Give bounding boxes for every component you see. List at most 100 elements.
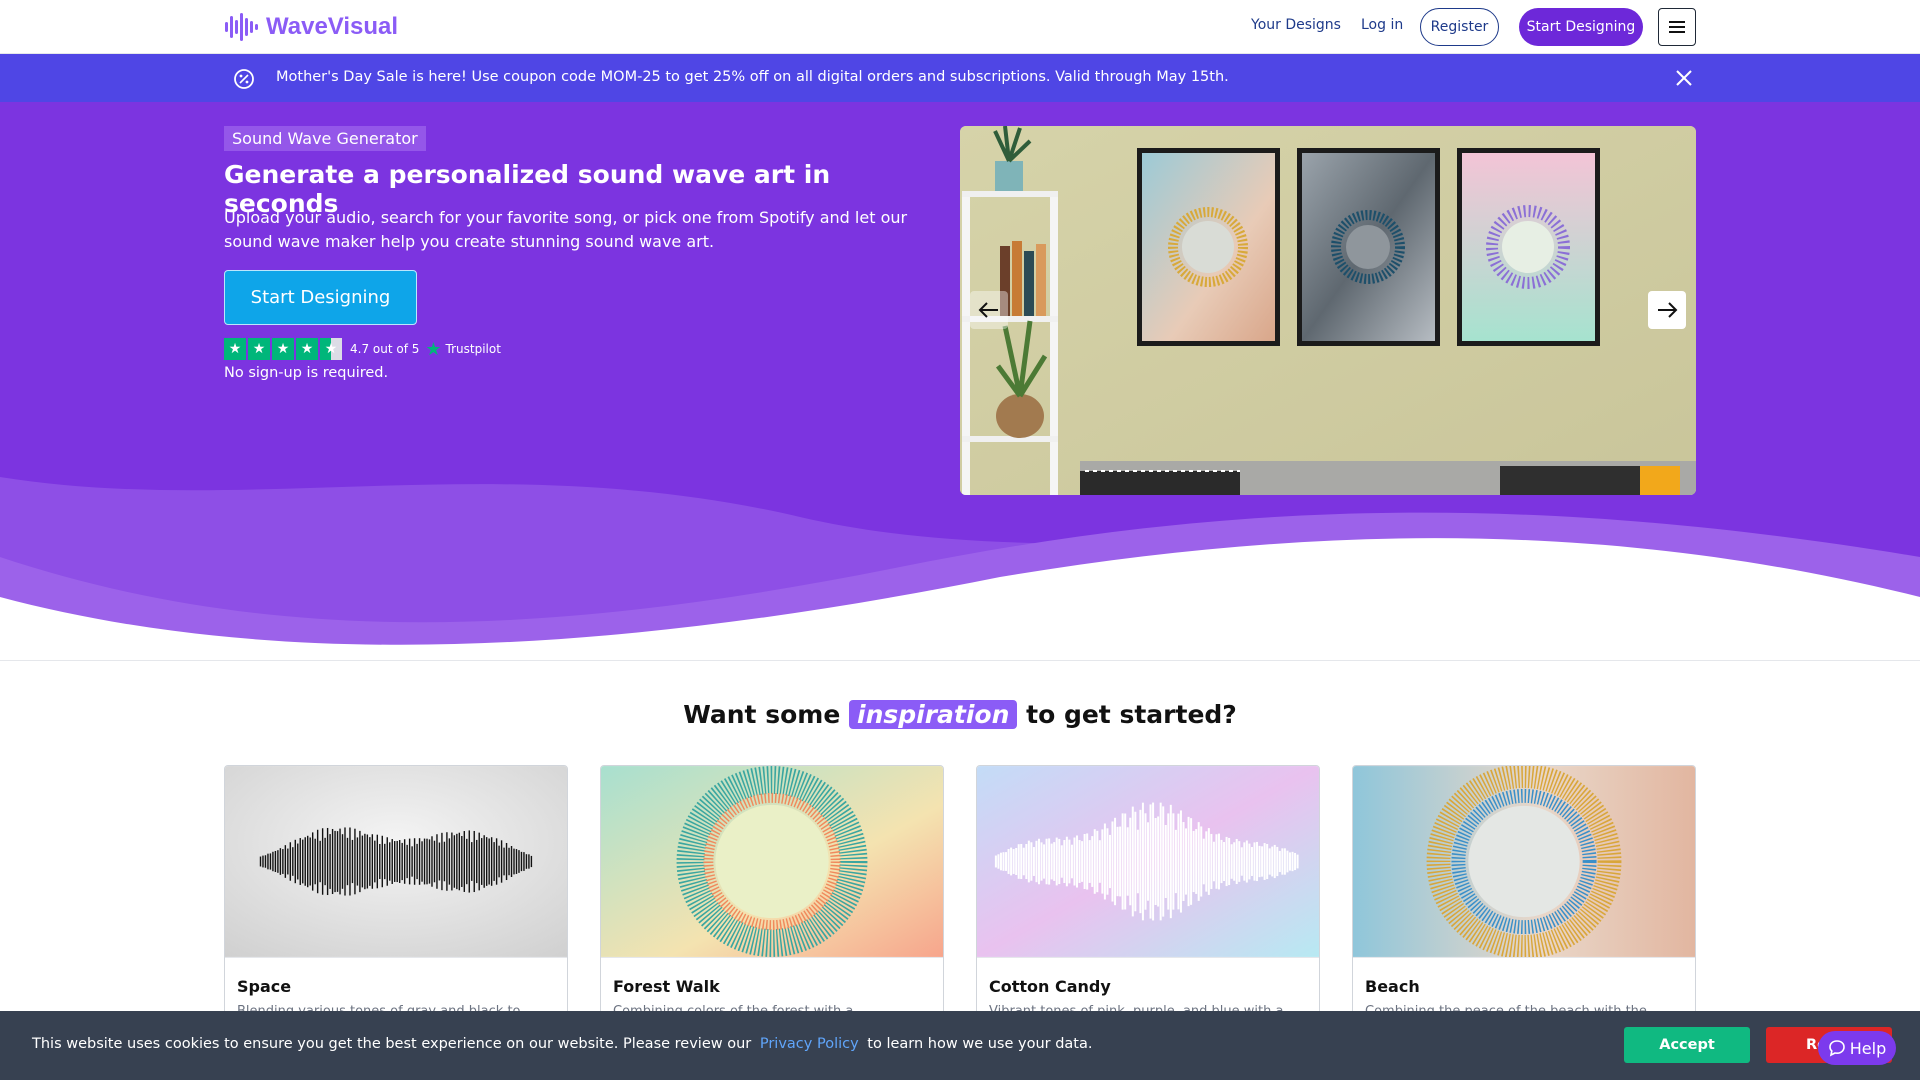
waveform-bar [1025,843,1028,880]
waveform-bar [1281,848,1284,875]
waveform-bar [1197,822,1200,901]
waveform-bar [485,837,488,886]
waveform-bar [1177,813,1180,910]
waveform-bar [329,834,331,889]
waveform-bar [371,834,374,889]
waveform-bar [1210,833,1213,890]
waveform-bar [316,829,319,894]
waveform-bar [284,845,287,878]
waveform-bar [356,837,359,886]
waveform-bar [267,853,269,870]
waveform-bar [259,856,262,867]
register-button[interactable]: Register [1420,8,1499,46]
waveform-bar [468,830,470,893]
waveform-bar [994,855,997,868]
waveform-bar [351,839,354,884]
carousel-next-button[interactable] [1648,291,1686,329]
waveform-bar [282,849,284,874]
waveform-bar [1291,851,1294,872]
waveform-bar [361,835,364,888]
waveform-bar [520,851,523,872]
waveform-bar [1058,838,1061,885]
waveform-bar [476,839,478,884]
privacy-policy-link[interactable]: Privacy Policy [760,1036,859,1052]
help-button[interactable]: Help [1818,1031,1896,1065]
waveform-bar [1253,842,1256,881]
waveform-bar [403,839,406,884]
waveform-bar [381,835,383,888]
start-designing-nav-button[interactable]: Start Designing [1519,8,1643,46]
menu-button[interactable] [1658,8,1696,46]
waveform-bar [508,847,510,876]
waveform-bar [1261,846,1264,877]
card-image-space [225,766,567,958]
waveform-bar [428,839,431,884]
carousel-prev-button[interactable] [970,291,1008,329]
inspiration-title-before: Want some [683,700,841,729]
waveform-bar [1088,840,1091,883]
waveform-bar [1134,811,1137,912]
chat-icon [1828,1040,1845,1057]
waveform-bar [341,834,344,889]
waveform-bar [1248,843,1251,880]
logo[interactable]: WaveVisual [224,10,398,44]
waveform-bar [1243,842,1246,881]
waveform-bar [1192,830,1195,893]
nav-login[interactable]: Log in [1361,17,1403,33]
waveform-bar [530,855,533,868]
waveform-bar [426,838,428,885]
waveform-bar [1010,847,1013,876]
promo-banner: Mother's Day Sale is here! Use coupon co… [0,54,1920,102]
waveform-bar [1182,822,1185,901]
inspiration-title: Want some inspiration to get started? [0,700,1920,729]
waveform-bar [1149,804,1152,919]
waveform-bar [1283,848,1286,875]
waveform-bar [1294,852,1297,871]
trustpilot-rating[interactable]: ★ ★ ★ ★ ★ 4.7 out of 5 ★ Trustpilot [224,338,501,360]
card-title: Cotton Candy [989,977,1111,996]
waveform-bar [307,835,309,888]
logo-text: WaveVisual [266,13,399,40]
waveform-bar [488,838,490,885]
waveform-bar [1263,843,1266,880]
waveform-bar [1111,821,1114,902]
waveform-bar [483,835,485,888]
waveform-bar [1258,845,1261,878]
waveform-bar [287,848,289,875]
waveform-bar [441,832,443,891]
waveform-bar [289,842,292,881]
waveform-bar [349,827,351,896]
waveform-bar [448,838,451,885]
waveform-bar [503,847,505,876]
waveform-bar [1147,822,1149,901]
waveform-bar [401,842,403,881]
start-designing-button[interactable]: Start Designing [224,270,417,325]
wave-logo-icon [225,13,258,41]
waveform-bar [1114,817,1117,906]
waveform-bar [500,840,503,883]
waveform-bar [1005,852,1008,871]
waveform-bar [386,837,388,886]
waveform-bar [1078,840,1081,883]
waveform-bar [1083,833,1086,890]
accept-cookies-button[interactable]: Accept [1624,1027,1750,1063]
card-title: Space [237,977,292,996]
waveform-bar [334,830,336,893]
close-icon[interactable] [1674,68,1694,88]
waveform-bar [1081,841,1084,882]
waveform-bar [478,832,480,891]
waveform-bar [1101,829,1104,894]
waveform-bar [466,838,468,885]
nav-your-designs[interactable]: Your Designs [1251,17,1341,33]
waveform-bar [1032,847,1035,876]
waveform-bar [1273,844,1276,879]
carousel-image [960,126,1696,495]
waveform-bar [1119,826,1122,897]
star-icon: ★ [248,338,270,360]
waveform-bar [292,847,294,876]
waveform-bar [1124,813,1127,910]
waveform-bar [1086,833,1089,890]
discount-icon [234,69,254,89]
waveform-bar [1063,840,1066,883]
waveform-bar [1174,829,1177,894]
